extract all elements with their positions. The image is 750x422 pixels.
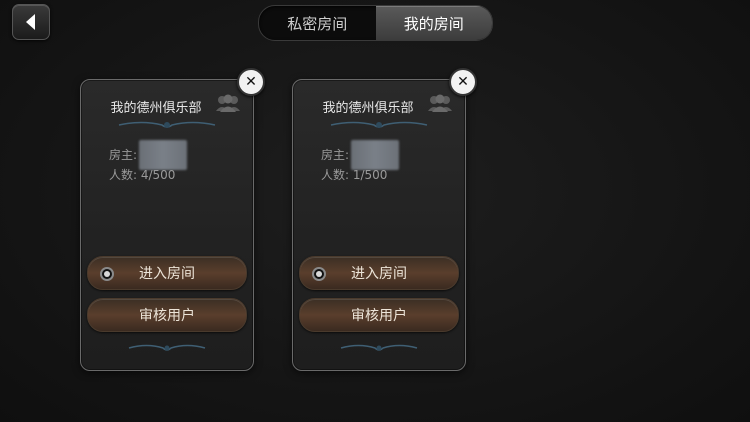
room-tabs: 私密房间 我的房间	[258, 5, 493, 41]
review-users-button[interactable]: 审核用户	[299, 298, 459, 332]
tab-label: 私密房间	[287, 14, 348, 33]
indicator-dot-icon	[312, 267, 326, 281]
enter-room-button[interactable]: 进入房间	[87, 256, 247, 290]
ornament-divider	[118, 121, 216, 128]
enter-room-button[interactable]: 进入房间	[299, 256, 459, 290]
tab-label: 我的房间	[403, 14, 464, 33]
room-card: ✕ 我的德州俱乐部 房主: 人数: 4/500 进入房间 审核用户	[80, 68, 265, 371]
enter-room-label: 进入房间	[351, 266, 407, 282]
ornament-divider	[128, 344, 206, 351]
review-users-button[interactable]: 审核用户	[87, 298, 247, 332]
owner-label: 房主:	[109, 148, 138, 162]
tab-private-rooms[interactable]: 私密房间	[259, 6, 376, 40]
member-count: 人数: 4/500	[109, 168, 176, 182]
room-card: ✕ 我的德州俱乐部 房主: 人数: 1/500 进入房间 审核用户	[292, 68, 477, 371]
owner-label: 房主:	[321, 148, 350, 162]
club-title: 我的德州俱乐部	[322, 101, 414, 116]
review-users-label: 审核用户	[351, 308, 407, 324]
back-button[interactable]	[12, 4, 50, 40]
back-arrow-icon	[26, 14, 35, 30]
member-count: 人数: 1/500	[321, 168, 388, 182]
enter-room-label: 进入房间	[139, 266, 195, 282]
close-icon[interactable]: ✕	[449, 68, 477, 96]
tab-my-rooms[interactable]: 我的房间	[375, 6, 492, 40]
ornament-divider	[340, 344, 418, 351]
close-icon[interactable]: ✕	[237, 68, 265, 96]
top-bar: 私密房间 我的房间	[0, 0, 750, 42]
members-icon	[428, 94, 452, 112]
members-icon	[216, 94, 240, 112]
ornament-divider	[330, 121, 428, 128]
club-title: 我的德州俱乐部	[110, 101, 202, 116]
review-users-label: 审核用户	[139, 308, 195, 324]
indicator-dot-icon	[100, 267, 114, 281]
